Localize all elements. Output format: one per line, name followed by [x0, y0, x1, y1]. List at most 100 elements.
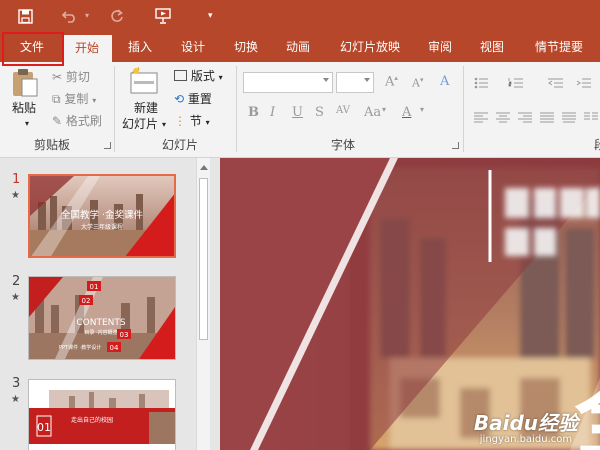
bold-button[interactable]: B: [248, 105, 259, 120]
separator: [236, 66, 237, 152]
tab-storyboarding[interactable]: 情节提要: [522, 33, 596, 62]
save-icon[interactable]: [18, 6, 33, 26]
paste-label[interactable]: 粘贴: [12, 100, 36, 116]
align-center-icon[interactable]: [496, 108, 510, 127]
shrink-font-label: A: [412, 76, 420, 90]
tab-animations[interactable]: 动画: [274, 33, 322, 62]
slide-2-heading: CONTENTS: [76, 318, 126, 328]
bullets-icon[interactable]: [474, 74, 494, 93]
file-tab-highlight: [2, 32, 64, 66]
animation-star-icon: ★: [11, 394, 20, 405]
font-color-dropdown-icon[interactable]: ▾: [420, 105, 424, 114]
align-left-icon[interactable]: [474, 108, 488, 127]
slide-number: 2: [12, 274, 21, 289]
paste-icon[interactable]: [11, 68, 39, 102]
columns-icon[interactable]: [584, 108, 598, 127]
distributed-icon[interactable]: [562, 108, 576, 127]
font-color-button[interactable]: A: [402, 105, 411, 120]
decrease-indent-icon[interactable]: [548, 74, 564, 93]
tab-design[interactable]: 设计: [168, 33, 218, 62]
font-color-label: A: [402, 105, 412, 120]
layout-button[interactable]: 版式 ▾: [174, 68, 223, 86]
clipboard-launcher-icon[interactable]: [104, 142, 111, 149]
slide-3-tag: 01: [37, 421, 51, 434]
watermark-brand: Baidu经验: [473, 411, 578, 435]
paste-dropdown-icon[interactable]: ▾: [25, 116, 29, 132]
animation-star-icon: ★: [11, 190, 20, 201]
font-size-combobox[interactable]: [336, 72, 374, 93]
slide-thumbnail-3[interactable]: 01 走出自己的校园: [28, 379, 176, 450]
section-label: 节: [189, 114, 202, 128]
layout-dropdown-icon: ▾: [218, 73, 223, 82]
character-spacing-button[interactable]: AV: [336, 105, 350, 116]
brush-icon: ✎: [52, 114, 63, 128]
reset-label: 重置: [187, 92, 212, 106]
new-slide-icon[interactable]: [130, 66, 160, 99]
change-case-button[interactable]: Aa: [364, 105, 381, 120]
clear-formatting-label: A: [440, 74, 450, 89]
slide-thumbnail-1[interactable]: 全国教学 ·金奖课件 大学三年级课程: [28, 174, 176, 258]
font-group-label: 字体: [330, 138, 355, 152]
clipboard-group-label: 剪贴板: [33, 138, 70, 152]
layout-label: 版式: [190, 69, 215, 83]
italic-button[interactable]: I: [270, 105, 275, 120]
undo-icon[interactable]: [62, 6, 78, 26]
slide-2-tag-2: 02: [82, 297, 91, 305]
tab-view[interactable]: 视图: [468, 33, 516, 62]
current-slide-canvas[interactable]: 全: [220, 158, 600, 450]
tab-home[interactable]: 开始: [62, 35, 112, 62]
font-size-dropdown-icon[interactable]: [364, 78, 370, 82]
font-family-dropdown-icon[interactable]: [323, 78, 329, 82]
align-right-icon[interactable]: [518, 108, 532, 127]
redo-icon[interactable]: [110, 6, 124, 26]
cut-button[interactable]: ✂ 剪切: [52, 69, 90, 85]
start-from-beginning-icon[interactable]: [155, 6, 173, 26]
ribbon-tabs: 文件 开始 插入 设计 切换 动画 幻灯片放映 审阅 视图 情节提要: [0, 33, 600, 62]
justify-icon[interactable]: [540, 108, 554, 127]
copy-dropdown-icon[interactable]: ▾: [92, 96, 96, 105]
grow-font-button[interactable]: A▴: [385, 74, 398, 89]
slide-2-tag-3: 03: [120, 331, 129, 339]
tab-slide-show[interactable]: 幻灯片放映: [328, 33, 412, 62]
slide-number: 1: [12, 172, 21, 187]
slide-thumbnail-2-image: 01 02 CONTENTS 目录 ·内容概览 03 04 PPT课件 ·教学设…: [29, 277, 175, 359]
undo-dropdown-icon[interactable]: ▾: [85, 6, 89, 26]
reset-button[interactable]: ⟲ 重置: [174, 91, 212, 107]
slides-group-label: 幻灯片: [161, 138, 198, 152]
ribbon: 粘贴 ▾ ✂ 剪切 ⧉ 复制 ▾ ✎ 格式刷 剪贴板 新建 幻灯片 ▾ 版式 ▾…: [0, 62, 600, 158]
change-case-dropdown-icon[interactable]: ▾: [382, 105, 386, 114]
new-slide-label-1[interactable]: 新建: [134, 100, 158, 116]
copy-button[interactable]: ⧉ 复制 ▾: [52, 91, 96, 109]
thumbnail-scrollbar[interactable]: [196, 158, 210, 450]
slide-2-tag-1: 01: [90, 283, 99, 291]
copy-label: 复制: [64, 92, 89, 106]
new-slide-label-2[interactable]: 幻灯片: [122, 116, 158, 132]
font-launcher-icon[interactable]: [452, 142, 459, 149]
increase-indent-icon[interactable]: [576, 74, 592, 93]
tab-transitions[interactable]: 切换: [222, 33, 270, 62]
title-bar: ▾ ▾: [0, 0, 600, 33]
clear-formatting-button[interactable]: A: [440, 74, 449, 89]
tab-review[interactable]: 审阅: [416, 33, 464, 62]
numbering-icon[interactable]: [508, 74, 528, 93]
reset-icon: ⟲: [174, 92, 185, 106]
shrink-font-button[interactable]: A▾: [412, 76, 423, 90]
section-button[interactable]: ⋮ 节 ▾: [174, 113, 210, 131]
font-family-combobox[interactable]: [243, 72, 333, 93]
customize-toolbar-icon[interactable]: ▾: [208, 6, 213, 26]
powerpoint-window: ▾ ▾ 文件 开始 插入 设计 切换 动画 幻灯片放映 审阅 视图 情节提要 粘…: [0, 0, 600, 450]
text-shadow-button[interactable]: S: [315, 105, 324, 120]
underline-button[interactable]: U: [292, 105, 303, 120]
scrollbar-thumb[interactable]: [199, 178, 208, 340]
cut-label: 剪切: [65, 70, 90, 84]
slide-thumbnail-2[interactable]: 01 02 CONTENTS 目录 ·内容概览 03 04 PPT课件 ·教学设…: [28, 276, 176, 360]
tab-insert[interactable]: 插入: [116, 33, 164, 62]
slide-2-tag-4: 04: [110, 344, 119, 352]
scroll-up-arrow-icon[interactable]: [200, 165, 208, 170]
format-painter-button[interactable]: ✎ 格式刷: [52, 113, 102, 129]
copy-icon: ⧉: [52, 92, 61, 106]
new-slide-dropdown-icon[interactable]: ▾: [162, 117, 166, 133]
grow-font-label: A: [385, 74, 395, 90]
slide-3-bar-text: 走出自己的校园: [71, 416, 113, 424]
watermark-url: jingyan.baidu.com: [479, 434, 573, 445]
